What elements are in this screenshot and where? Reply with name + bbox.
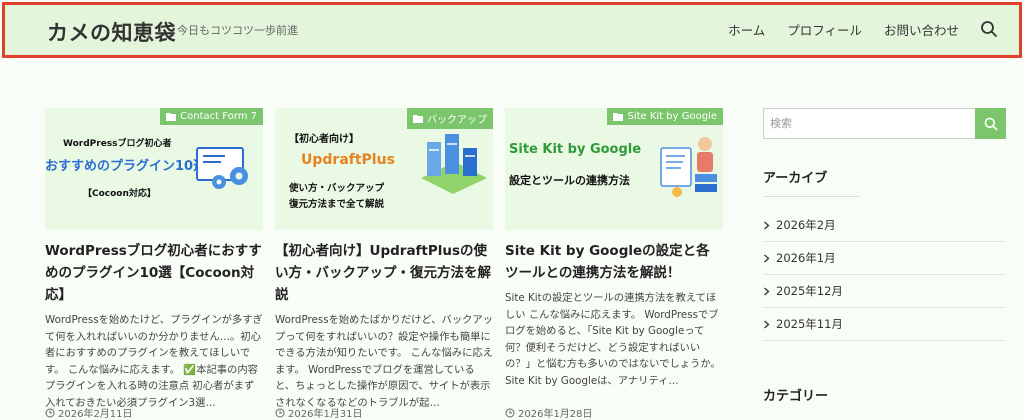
archive-label: 2025年12月 — [776, 284, 843, 298]
post-card[interactable]: 【初心者向け】 UpdraftPlus 使い方・バックアップ 復元方法まで全て解… — [275, 108, 493, 411]
archive-label: 2026年2月 — [776, 218, 836, 232]
post-excerpt: WordPressを始めたばかりだけど、バックアップって何をすればいいの？設定や… — [275, 314, 494, 409]
post-title[interactable]: Site Kit by Googleの設定と各ツールとの連携方法を解説！ — [505, 240, 723, 284]
site-header: カメの知恵袋 今日もコツコツ一歩前進 ホーム プロフィール お問い合わせ — [2, 2, 1022, 58]
thumb-text: Site Kit by Google — [509, 142, 642, 157]
post-date-text: 2026年2月11日 — [58, 409, 133, 420]
post-date: 2026年2月11日 — [45, 405, 133, 420]
server-illustration-icon — [421, 134, 487, 194]
post-thumbnail[interactable]: WordPressブログ初心者 おすすめのプラグイン10選 【Cocoon対応】… — [45, 108, 263, 230]
analytics-illustration-icon — [660, 137, 717, 197]
sidebar: アーカイブ 2026年2月 2026年1月 2025年12月 2025年11月 … — [763, 108, 1006, 404]
site-title[interactable]: カメの知恵袋 — [47, 17, 176, 47]
clock-icon — [275, 408, 285, 417]
category-label: Contact Form 7 — [180, 111, 257, 122]
folder-icon — [166, 113, 177, 121]
post-date-text: 2026年1月31日 — [288, 409, 363, 420]
archive-item[interactable]: 2026年1月 — [763, 242, 1006, 275]
search-icon — [984, 117, 997, 130]
folder-icon — [613, 113, 624, 121]
thumb-text: UpdraftPlus — [301, 152, 395, 168]
main-nav: ホーム プロフィール お問い合わせ — [706, 19, 999, 39]
archive-item[interactable]: 2026年2月 — [763, 209, 1006, 242]
post-title[interactable]: WordPressブログ初心者におすすめのプラグイン10選【Cocoon対応】 — [45, 240, 263, 306]
nav-home[interactable]: ホーム — [728, 20, 765, 39]
gear-illustration-icon — [196, 147, 248, 189]
archive-list: 2026年2月 2026年1月 2025年12月 2025年11月 — [763, 209, 1006, 341]
category-badge[interactable]: Site Kit by Google — [607, 108, 723, 125]
clock-icon — [45, 408, 55, 417]
category-label: バックアップ — [427, 115, 487, 126]
post-date: 2026年1月28日 — [505, 405, 593, 420]
post-date-text: 2026年1月28日 — [518, 409, 593, 420]
chevron-right-icon — [764, 221, 770, 229]
chevron-right-icon — [764, 287, 770, 295]
archive-item[interactable]: 2025年12月 — [763, 275, 1006, 308]
thumb-text: おすすめのプラグイン10選 — [45, 159, 207, 174]
sidebar-search — [763, 108, 1006, 139]
thumb-text: 使い方・バックアップ — [289, 183, 385, 194]
thumb-text: WordPressブログ初心者 — [63, 139, 172, 149]
post-excerpt: Site Kitの設定とツールの連携方法を教えてほしい こんな悩みに応えます。 … — [505, 292, 721, 387]
post-excerpt: WordPressを始めたけど、プラグインが多すぎて何を入れればいいのか分かりま… — [45, 314, 263, 409]
nav-contact[interactable]: お問い合わせ — [884, 20, 959, 39]
thumb-text: 【Cocoon対応】 — [83, 189, 156, 199]
category-widget-title: カテゴリー — [763, 389, 829, 404]
chevron-right-icon — [764, 254, 770, 262]
post-thumbnail[interactable]: Site Kit by Google 設定とツールの連携方法 Site Kit … — [505, 108, 723, 230]
thumb-text: 設定とツールの連携方法 — [509, 174, 630, 187]
category-badge[interactable]: バックアップ — [407, 108, 493, 129]
search-icon[interactable] — [979, 19, 999, 39]
archive-label: 2025年11月 — [776, 317, 843, 331]
archive-widget-title: アーカイブ — [763, 167, 859, 197]
archive-item[interactable]: 2025年11月 — [763, 308, 1006, 341]
search-input[interactable] — [763, 108, 975, 139]
post-thumbnail[interactable]: 【初心者向け】 UpdraftPlus 使い方・バックアップ 復元方法まで全て解… — [275, 108, 493, 230]
site-tagline: 今日もコツコツ一歩前進 — [177, 24, 298, 37]
category-label: Site Kit by Google — [627, 111, 717, 122]
chevron-right-icon — [764, 320, 770, 328]
archive-label: 2026年1月 — [776, 251, 836, 265]
post-card[interactable]: Site Kit by Google 設定とツールの連携方法 Site Kit … — [505, 108, 723, 389]
thumb-text: 復元方法まで全て解説 — [289, 199, 385, 210]
nav-profile[interactable]: プロフィール — [787, 20, 862, 39]
post-card[interactable]: WordPressブログ初心者 おすすめのプラグイン10選 【Cocoon対応】… — [45, 108, 263, 411]
folder-icon — [413, 115, 423, 123]
post-title[interactable]: 【初心者向け】UpdraftPlusの使い方・バックアップ・復元方法を解説 — [275, 240, 493, 306]
category-badge[interactable]: Contact Form 7 — [160, 108, 263, 125]
search-button[interactable] — [975, 108, 1006, 139]
thumb-text: 【初心者向け】 — [289, 134, 359, 145]
post-date: 2026年1月31日 — [275, 405, 363, 420]
clock-icon — [505, 408, 515, 417]
